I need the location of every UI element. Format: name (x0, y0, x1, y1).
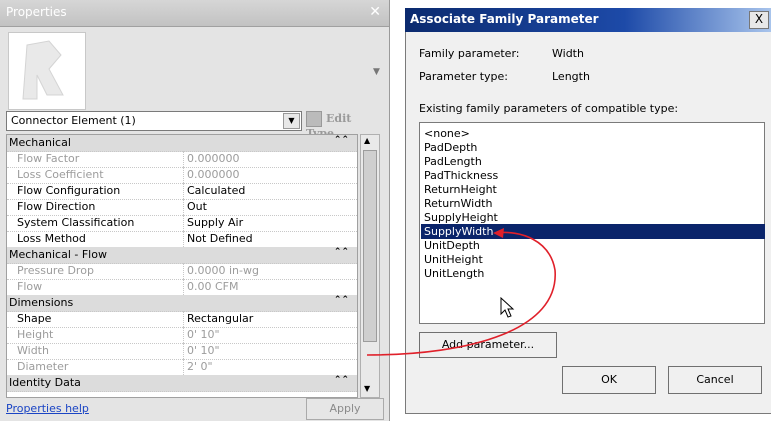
group-header-mechanical-flow[interactable]: Mechanical - Flow ⌃⌃ (7, 247, 357, 264)
collapse-icon[interactable]: ⌃⌃ (334, 375, 349, 385)
close-icon[interactable]: X (749, 11, 769, 29)
property-name: Flow Factor (17, 152, 80, 165)
group-header-identity-data[interactable]: Identity Data ⌃⌃ (7, 375, 357, 392)
property-row[interactable]: Shape Rectangular (7, 311, 357, 328)
property-value: 2' 0" (187, 360, 213, 373)
property-name: Height (17, 328, 54, 341)
properties-help-link[interactable]: Properties help (6, 402, 89, 415)
group-header-mechanical[interactable]: Mechanical ⌃⌃ (7, 135, 357, 152)
property-name: Flow Direction (17, 200, 96, 213)
property-name: Shape (17, 312, 52, 325)
list-item[interactable]: PadThickness (424, 168, 760, 183)
property-name: System Classification (17, 216, 135, 229)
edit-type-icon (306, 111, 322, 127)
list-item[interactable]: PadDepth (424, 140, 760, 155)
property-value: Not Defined (187, 232, 253, 245)
properties-title: Properties (6, 5, 67, 19)
scrollbar-thumb[interactable] (363, 150, 377, 342)
family-parameter-list[interactable]: <none> PadDepth PadLength PadThickness R… (419, 122, 765, 324)
property-value: Calculated (187, 184, 246, 197)
type-preview-image (8, 32, 86, 110)
preview-dropdown-icon[interactable]: ▼ (373, 67, 380, 77)
property-name: Flow (17, 280, 43, 293)
property-value: 0' 10" (187, 328, 220, 341)
type-selector-dropdown[interactable]: Connector Element (1) ▼ (6, 111, 302, 131)
cancel-button[interactable]: Cancel (668, 366, 762, 394)
type-selector-value: Connector Element (1) (11, 114, 136, 127)
parameter-list-label: Existing family parameters of compatible… (419, 102, 679, 115)
property-value: 0.000000 (187, 168, 240, 181)
property-row[interactable]: Flow Configuration Calculated (7, 183, 357, 200)
chevron-down-icon[interactable]: ▼ (283, 113, 300, 129)
property-name: Width (17, 344, 49, 357)
property-row[interactable]: Flow Factor 0.000000 (7, 151, 357, 168)
property-value: 0.0000 in-wg (187, 264, 259, 277)
property-name: Flow Configuration (17, 184, 121, 197)
group-label: Mechanical - Flow (9, 248, 107, 261)
property-row[interactable]: Flow Direction Out (7, 199, 357, 216)
property-row[interactable]: System Classification Supply Air (7, 215, 357, 232)
property-value: Out (187, 200, 207, 213)
property-value: Rectangular (187, 312, 254, 325)
list-item-selected[interactable]: SupplyWidth (421, 224, 765, 239)
group-label: Dimensions (9, 296, 74, 309)
property-row[interactable]: Width0' 10"≡ (7, 343, 357, 360)
revit-family-icon (22, 40, 64, 100)
property-name: Loss Method (17, 232, 86, 245)
property-name: Pressure Drop (17, 264, 94, 277)
scroll-up-icon[interactable]: ▲ (364, 136, 370, 145)
list-item[interactable]: UnitHeight (424, 252, 760, 267)
list-item[interactable]: PadLength (424, 154, 760, 169)
add-parameter-button[interactable]: Add parameter... (419, 332, 557, 358)
list-item[interactable]: <none> (424, 126, 760, 141)
properties-title-bar[interactable]: Properties ✕ (0, 0, 389, 27)
property-row[interactable]: Loss Method Not Defined (7, 231, 357, 248)
list-item[interactable]: UnitLength (424, 266, 760, 281)
property-row[interactable]: Flow0.00 CFM≡ (7, 279, 357, 296)
property-row[interactable]: Height0' 10"≡ (7, 327, 357, 344)
family-parameter-label: Family parameter: (419, 47, 520, 60)
dialog-title: Associate Family Parameter (410, 12, 599, 26)
list-item[interactable]: ReturnHeight (424, 182, 760, 197)
ok-button[interactable]: OK (562, 366, 656, 394)
property-row[interactable]: Loss Coefficient 0.000000 (7, 167, 357, 184)
edit-type-button[interactable]: Edit Type (306, 111, 382, 140)
list-item[interactable]: UnitDepth (424, 238, 760, 253)
list-item[interactable]: ReturnWidth (424, 196, 760, 211)
property-value: Supply Air (187, 216, 244, 229)
list-item[interactable]: SupplyHeight (424, 210, 760, 225)
apply-button[interactable]: Apply (306, 398, 384, 420)
properties-grid: Mechanical ⌃⌃ Flow Factor 0.000000 Loss C… (6, 134, 358, 398)
mouse-pointer-icon (500, 296, 516, 322)
group-label: Identity Data (9, 376, 81, 389)
parameter-type-label: Parameter type: (419, 70, 509, 83)
family-parameter-value: Width (552, 47, 584, 60)
collapse-icon[interactable]: ⌃⌃ (334, 295, 349, 305)
collapse-icon[interactable]: ⌃⌃ (334, 135, 349, 145)
dialog-title-bar[interactable]: Associate Family Parameter X (405, 8, 771, 32)
close-icon[interactable]: ✕ (369, 4, 381, 20)
scroll-down-icon[interactable]: ▼ (364, 384, 370, 393)
property-row[interactable]: Diameter 2' 0" (7, 359, 357, 376)
group-header-dimensions[interactable]: Dimensions ⌃⌃ (7, 295, 357, 312)
property-value: 0' 10" (187, 344, 220, 357)
property-name: Diameter (17, 360, 69, 373)
property-value: 0.00 CFM (187, 280, 239, 293)
parameter-type-value: Length (552, 70, 590, 83)
collapse-icon[interactable]: ⌃⌃ (334, 247, 349, 257)
property-value: 0.000000 (187, 152, 240, 165)
property-name: Loss Coefficient (17, 168, 104, 181)
property-row[interactable]: Pressure Drop 0.0000 in-wg (7, 263, 357, 280)
group-label: Mechanical (9, 136, 71, 149)
